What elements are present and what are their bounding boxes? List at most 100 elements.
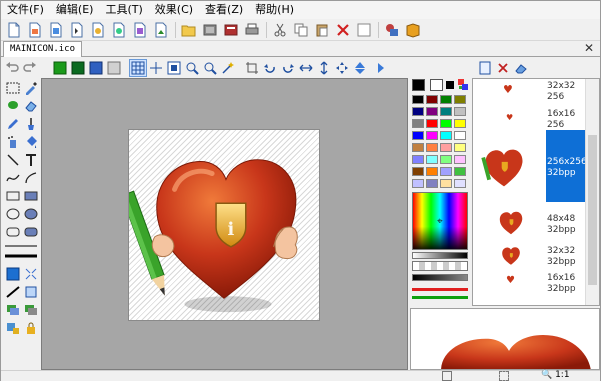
color-swatch[interactable]	[426, 95, 438, 104]
red-channel-slider[interactable]	[412, 288, 468, 291]
spray-icon[interactable]	[5, 134, 21, 150]
filled-rounded-rect-icon[interactable]	[23, 224, 39, 240]
fill-icon[interactable]	[23, 134, 39, 150]
line-width-selector-thick[interactable]	[4, 252, 38, 260]
redo-icon[interactable]	[21, 59, 39, 77]
color-swatch[interactable]	[454, 167, 466, 176]
icon-preview-frame[interactable]: i	[120, 129, 320, 321]
cut-icon[interactable]	[270, 20, 290, 40]
new-from-image-icon[interactable]	[25, 20, 45, 40]
shift-up-icon[interactable]	[351, 59, 369, 77]
document-tab[interactable]: MAINICON.ico	[3, 41, 83, 57]
lock-icon[interactable]	[23, 320, 39, 336]
eraser-tool-icon[interactable]	[23, 98, 39, 114]
editing-canvas[interactable]: i	[41, 78, 408, 370]
color-swatch[interactable]	[440, 95, 452, 104]
menu-edit[interactable]: 编辑(E)	[50, 1, 100, 19]
rect-select-icon[interactable]	[5, 80, 21, 96]
copy-icon[interactable]	[291, 20, 311, 40]
bg-gray-icon[interactable]	[105, 59, 123, 77]
eyedropper-icon[interactable]	[23, 80, 39, 96]
line-style-icon[interactable]	[5, 284, 21, 300]
ellipse-icon[interactable]	[5, 206, 21, 222]
layers-icon[interactable]	[23, 302, 39, 318]
bg-green-dark-icon[interactable]	[69, 59, 87, 77]
remove-format-icon[interactable]	[494, 59, 512, 77]
default-colors-icon[interactable]	[446, 81, 454, 89]
color-swatch[interactable]	[426, 179, 438, 188]
image-icon[interactable]	[151, 20, 171, 40]
save-icon[interactable]	[67, 20, 87, 40]
scrollbar-thumb[interactable]	[588, 135, 597, 285]
pencil-icon[interactable]	[5, 116, 21, 132]
color-swatch[interactable]	[440, 179, 452, 188]
color-swatch[interactable]	[440, 143, 452, 152]
color-swatch[interactable]	[426, 143, 438, 152]
wand-icon[interactable]	[219, 59, 237, 77]
color-swatch[interactable]	[426, 155, 438, 164]
color-swatch[interactable]	[440, 167, 452, 176]
menu-effects[interactable]: 效果(C)	[149, 1, 199, 19]
color-swatch[interactable]	[412, 167, 424, 176]
blue-square-icon[interactable]	[5, 266, 21, 282]
menu-tools[interactable]: 工具(T)	[99, 1, 148, 19]
color-swatch[interactable]	[454, 131, 466, 140]
grid-icon[interactable]	[129, 58, 147, 77]
color-swatch[interactable]	[440, 119, 452, 128]
export-icon[interactable]	[109, 20, 129, 40]
open-icon[interactable]	[46, 20, 66, 40]
arc-icon[interactable]	[23, 170, 39, 186]
menu-help[interactable]: 帮助(H)	[249, 1, 300, 19]
color-swatch[interactable]	[454, 119, 466, 128]
selection-fill-icon[interactable]	[23, 284, 39, 300]
color-swatch[interactable]	[454, 107, 466, 116]
color-swatch[interactable]	[454, 143, 466, 152]
pattern-icon[interactable]	[23, 266, 39, 282]
rounded-rect-icon[interactable]	[5, 224, 21, 240]
color-swatch[interactable]	[454, 179, 466, 188]
move-icon[interactable]	[333, 59, 351, 77]
eraser-icon[interactable]	[512, 59, 530, 77]
new-icon[interactable]	[4, 20, 24, 40]
color-swatch[interactable]	[454, 95, 466, 104]
lasso-icon[interactable]	[5, 98, 21, 114]
color-swatch[interactable]	[412, 143, 424, 152]
secondary-color-swatch[interactable]	[430, 79, 443, 91]
bg-blue-icon[interactable]	[87, 59, 105, 77]
color-swatch[interactable]	[440, 155, 452, 164]
paste-icon[interactable]	[312, 20, 332, 40]
color-swatch[interactable]	[440, 107, 452, 116]
filled-rectangle-icon[interactable]	[23, 188, 39, 204]
close-icon[interactable]: ✕	[582, 41, 596, 57]
resources-icon[interactable]	[382, 20, 402, 40]
rectangle-icon[interactable]	[5, 188, 21, 204]
shift-right-icon[interactable]	[369, 59, 387, 77]
pixel-grid-icon[interactable]	[165, 59, 183, 77]
list-item[interactable]: ♥ 16x16 32bpp	[473, 271, 585, 297]
open-folder-icon[interactable]	[179, 20, 199, 40]
luminance-slider[interactable]	[412, 252, 468, 259]
green-channel-slider[interactable]	[412, 296, 468, 299]
undo-icon[interactable]	[3, 59, 21, 77]
list-item-selected[interactable]: 256x256 32bpp	[473, 131, 587, 203]
clear-icon[interactable]	[354, 20, 374, 40]
library-icon[interactable]	[221, 20, 241, 40]
line-width-selector[interactable]	[4, 242, 38, 250]
zoom-in-icon[interactable]	[183, 59, 201, 77]
color-swatch[interactable]	[412, 131, 424, 140]
menu-file[interactable]: 文件(F)	[1, 1, 50, 19]
list-item[interactable]: 32x32 32bpp	[473, 243, 585, 269]
text-icon[interactable]	[23, 152, 39, 168]
rotate-left-icon[interactable]	[261, 59, 279, 77]
swap-colors-icon[interactable]	[457, 78, 469, 92]
color-swatch[interactable]	[412, 119, 424, 128]
color-swatch[interactable]	[454, 155, 466, 164]
alpha-gradient[interactable]	[412, 261, 468, 271]
color-swatch[interactable]	[426, 107, 438, 116]
print-icon[interactable]	[242, 20, 262, 40]
color-swatch[interactable]	[426, 131, 438, 140]
line-icon[interactable]	[5, 152, 21, 168]
capture-icon[interactable]	[200, 20, 220, 40]
crop-icon[interactable]	[243, 59, 261, 77]
flip-vertical-icon[interactable]	[315, 59, 333, 77]
